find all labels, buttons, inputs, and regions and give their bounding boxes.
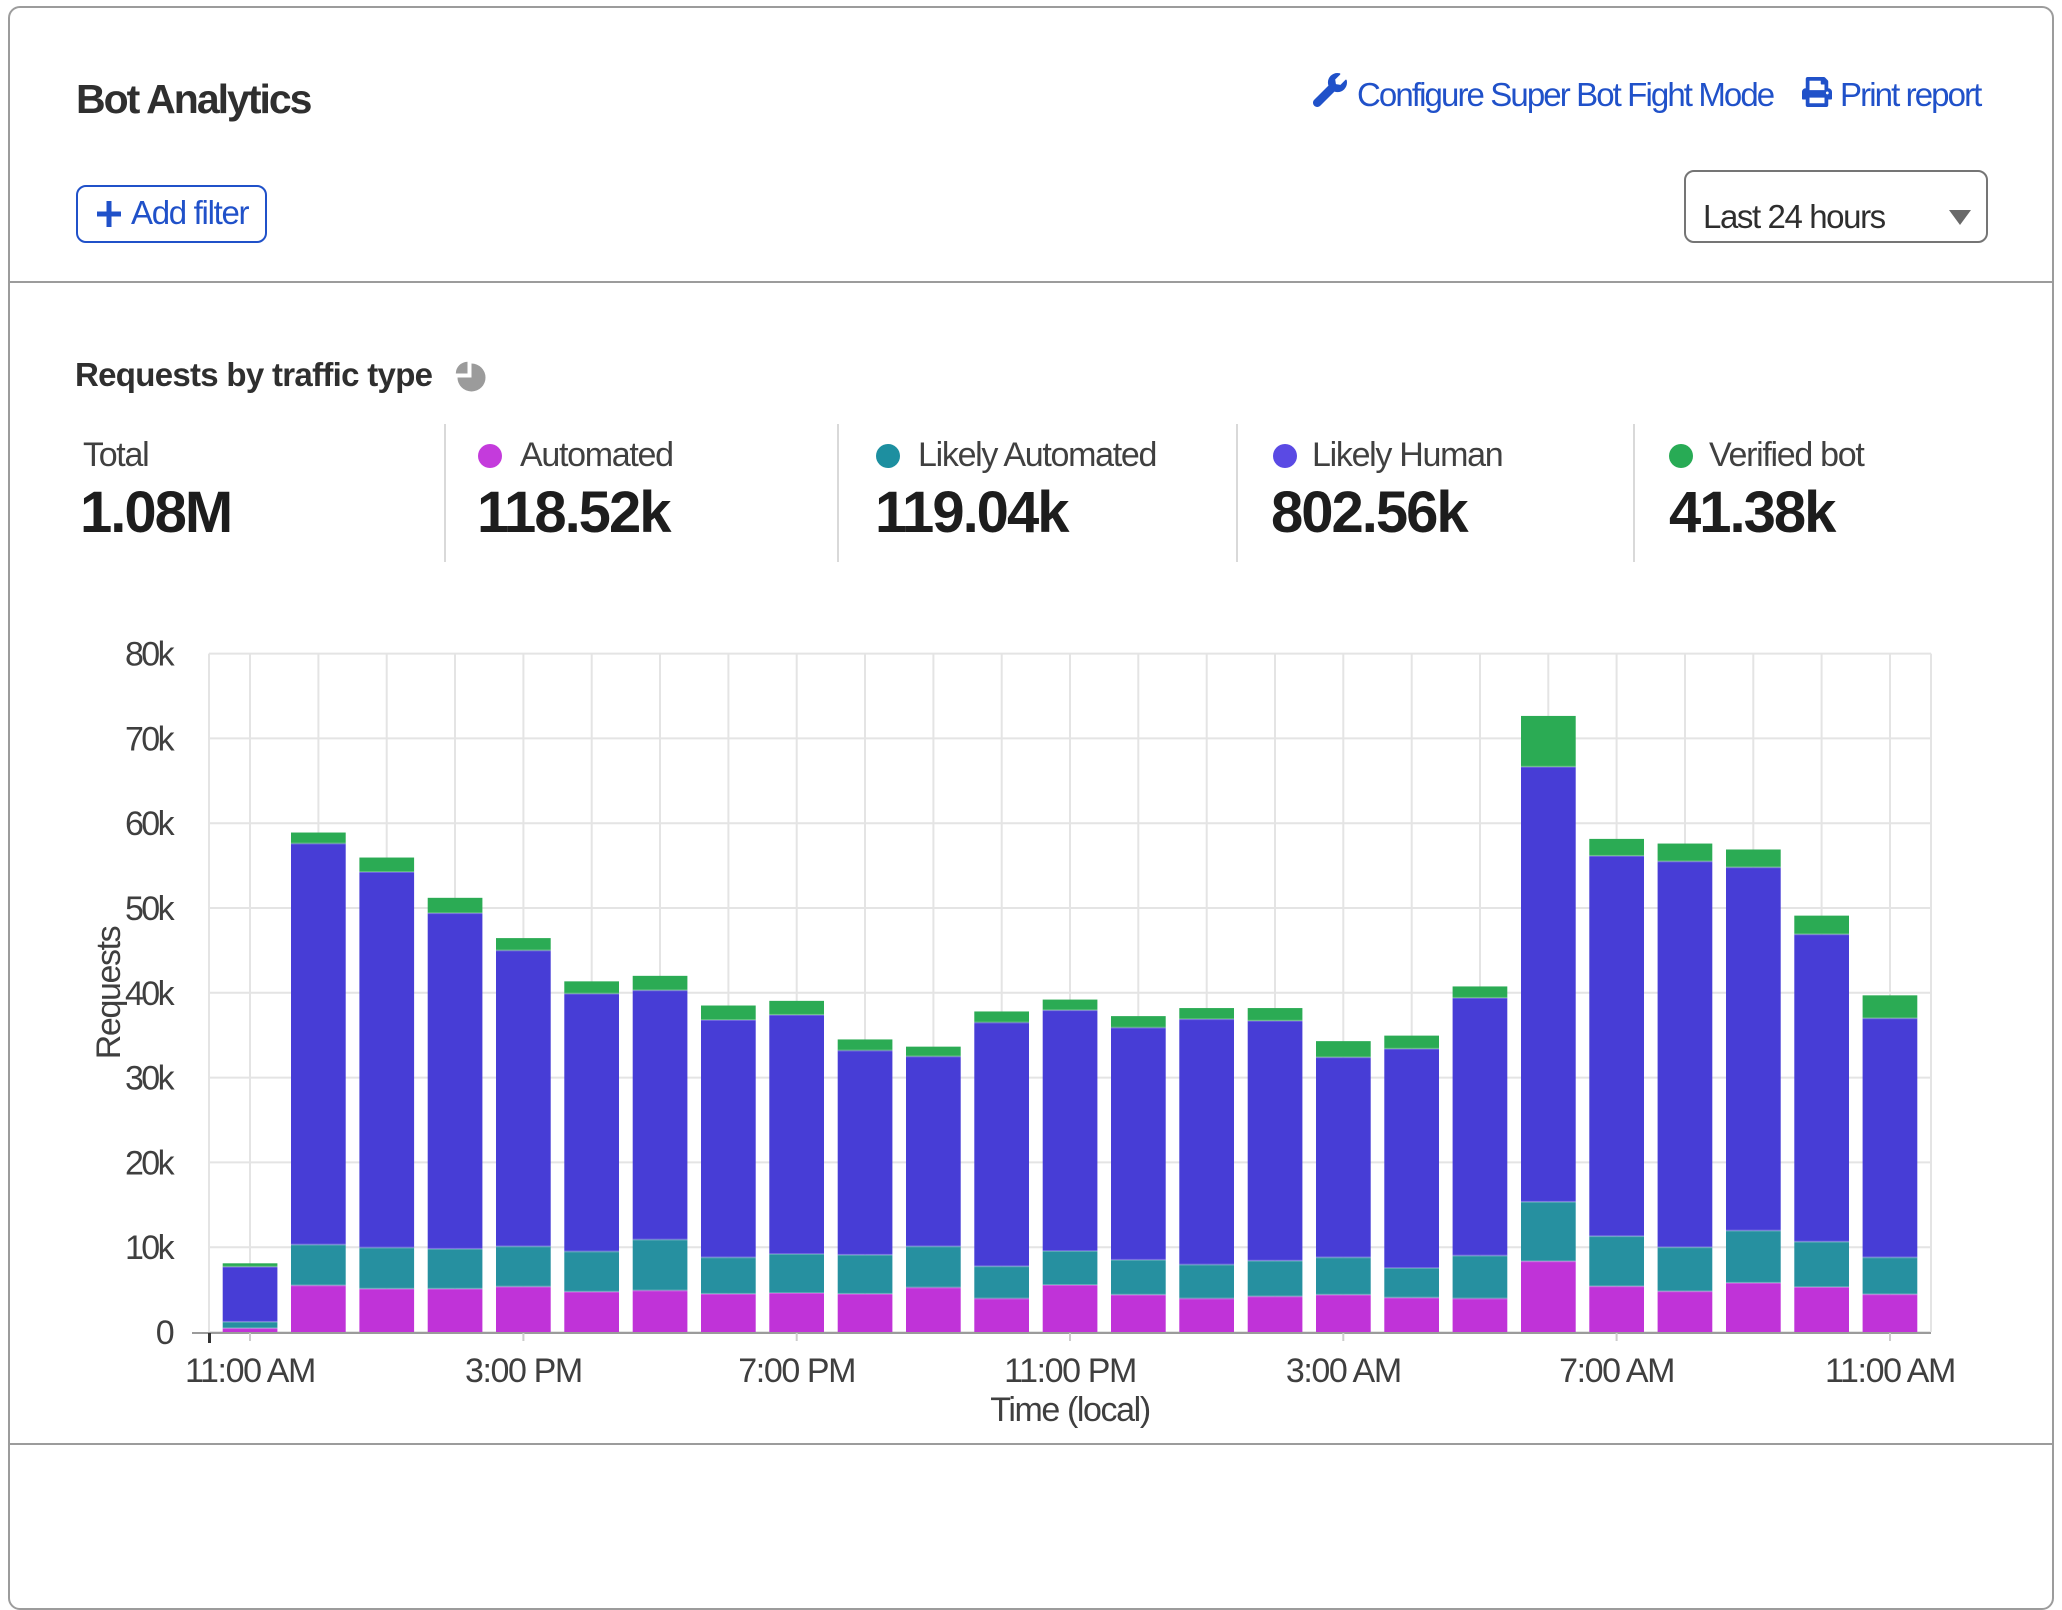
svg-text:11:00 AM: 11:00 AM — [185, 1352, 315, 1390]
svg-text:Time (local): Time (local) — [990, 1391, 1150, 1429]
svg-text:Requests: Requests — [90, 926, 128, 1059]
svg-text:0: 0 — [156, 1314, 174, 1352]
svg-text:50k: 50k — [125, 890, 176, 928]
svg-text:3:00 PM: 3:00 PM — [465, 1352, 582, 1390]
svg-text:11:00 PM: 11:00 PM — [1004, 1352, 1136, 1390]
svg-text:7:00 PM: 7:00 PM — [738, 1352, 855, 1390]
svg-text:11:00 AM: 11:00 AM — [1825, 1352, 1955, 1390]
svg-text:30k: 30k — [125, 1060, 176, 1098]
svg-text:10k: 10k — [125, 1229, 176, 1267]
svg-text:20k: 20k — [125, 1144, 176, 1182]
svg-text:3:00 AM: 3:00 AM — [1286, 1352, 1401, 1390]
svg-text:7:00 AM: 7:00 AM — [1559, 1352, 1674, 1390]
svg-text:40k: 40k — [125, 975, 176, 1013]
svg-text:60k: 60k — [125, 805, 176, 843]
svg-text:70k: 70k — [125, 720, 176, 758]
svg-text:80k: 80k — [125, 636, 176, 674]
